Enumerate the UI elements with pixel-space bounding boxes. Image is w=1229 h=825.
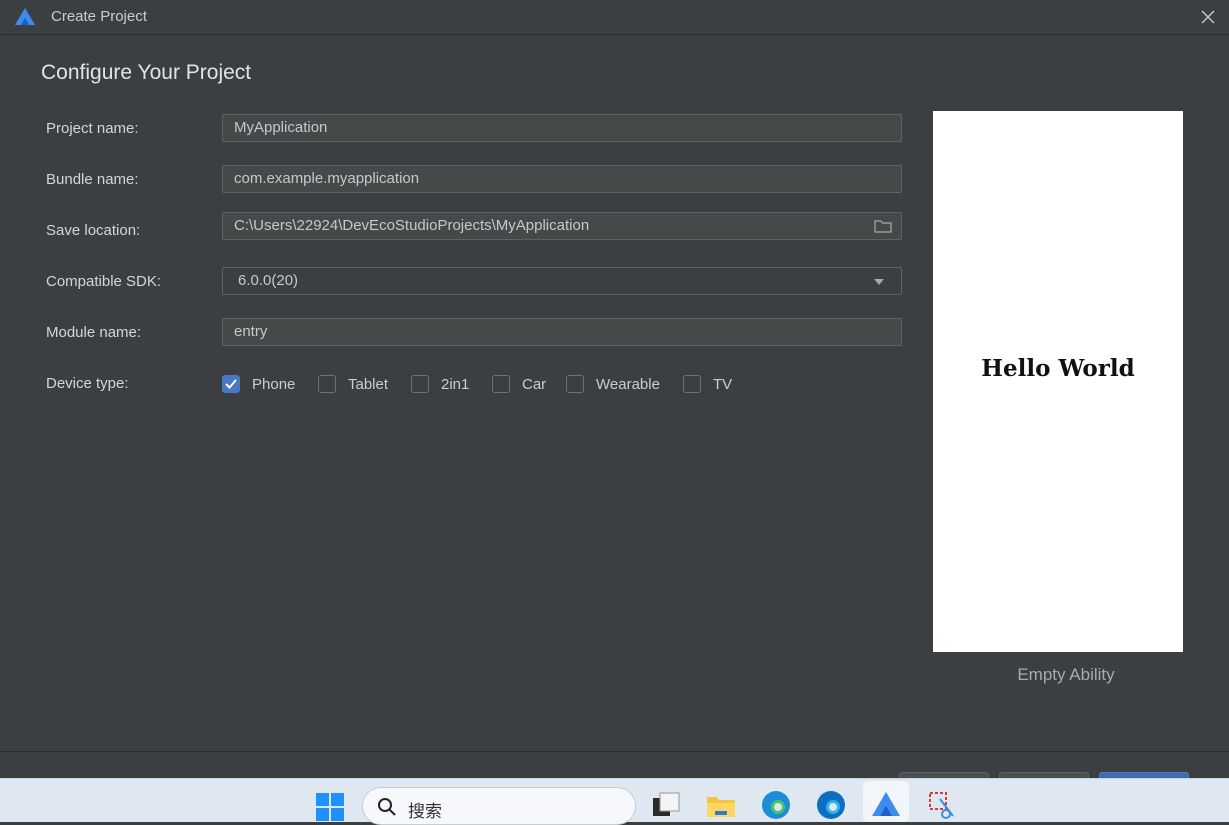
deveco-studio-icon[interactable] xyxy=(870,789,902,821)
bundle-name-field[interactable]: com.example.myapplication xyxy=(222,165,902,193)
device-label-tv: TV xyxy=(713,375,733,393)
close-icon xyxy=(1201,10,1215,24)
project-name-value: MyApplication xyxy=(234,119,328,136)
device-label-tablet: Tablet xyxy=(348,375,389,393)
device-checkbox-phone[interactable]: Phone xyxy=(222,373,295,395)
device-type-label: Device type: xyxy=(46,375,129,392)
device-checkbox-tablet[interactable]: Tablet xyxy=(318,373,388,395)
check-icon xyxy=(225,379,237,389)
device-label-wearable: Wearable xyxy=(596,375,660,393)
save-location-field[interactable]: C:\Users\22924\DevEcoStudioProjects\MyAp… xyxy=(222,212,902,240)
windows-taskbar: 搜索 xyxy=(0,778,1229,825)
edge-dev-icon[interactable] xyxy=(815,789,847,821)
bundle-name-value: com.example.myapplication xyxy=(234,170,420,187)
template-preview: Hello World xyxy=(933,111,1183,652)
module-name-field[interactable]: entry xyxy=(222,318,902,346)
checkbox-unchecked[interactable] xyxy=(566,375,584,393)
compatible-sdk-label: Compatible SDK: xyxy=(46,273,162,290)
search-icon xyxy=(378,798,396,816)
window-title: Create Project xyxy=(51,8,147,25)
project-name-label: Project name: xyxy=(46,120,139,137)
deveco-logo-icon xyxy=(15,8,35,25)
project-name-field[interactable]: MyApplication xyxy=(222,114,902,142)
device-label-phone: Phone xyxy=(252,375,296,393)
module-name-value: entry xyxy=(234,323,268,340)
close-button[interactable] xyxy=(1194,3,1222,31)
page-title: Configure Your Project xyxy=(41,61,252,84)
edge-icon[interactable] xyxy=(760,789,792,821)
checkbox-unchecked[interactable] xyxy=(683,375,701,393)
template-name-caption: Empty Ability xyxy=(1017,665,1115,684)
module-name-label: Module name: xyxy=(46,324,142,341)
save-location-label: Save location: xyxy=(46,222,141,239)
dialog-body: Configure Your Project Project name: MyA… xyxy=(0,35,1229,751)
save-location-value: C:\Users\22924\DevEcoStudioProjects\MyAp… xyxy=(234,217,590,234)
bundle-name-label: Bundle name: xyxy=(46,171,139,188)
device-checkbox-2in1[interactable]: 2in1 xyxy=(411,373,469,395)
checkbox-unchecked[interactable] xyxy=(318,375,336,393)
taskbar-search-box[interactable]: 搜索 xyxy=(362,787,636,825)
checkbox-unchecked[interactable] xyxy=(411,375,429,393)
compatible-sdk-dropdown[interactable]: 6.0.0(20) xyxy=(222,267,902,295)
device-checkbox-wearable[interactable]: Wearable xyxy=(566,373,660,395)
device-checkbox-tv[interactable]: TV xyxy=(683,373,732,395)
preview-hello-text: Hello World xyxy=(981,355,1135,382)
checkbox-unchecked[interactable] xyxy=(492,375,510,393)
device-label-2in1: 2in1 xyxy=(441,375,470,393)
compatible-sdk-value: 6.0.0(20) xyxy=(238,272,299,289)
snipping-tool-icon[interactable] xyxy=(926,789,958,821)
checkbox-checked[interactable] xyxy=(222,375,240,393)
title-bar: Create Project xyxy=(0,0,1229,35)
folder-browse-icon[interactable] xyxy=(874,218,892,234)
task-view-icon[interactable] xyxy=(650,789,682,821)
device-label-car: Car xyxy=(522,375,547,393)
file-explorer-icon[interactable] xyxy=(705,789,737,821)
search-placeholder: 搜索 xyxy=(408,802,442,821)
device-checkbox-car[interactable]: Car xyxy=(492,373,546,395)
chevron-down-icon xyxy=(874,279,884,285)
windows-start-icon[interactable] xyxy=(314,791,346,823)
dialog-footer xyxy=(0,752,1229,786)
